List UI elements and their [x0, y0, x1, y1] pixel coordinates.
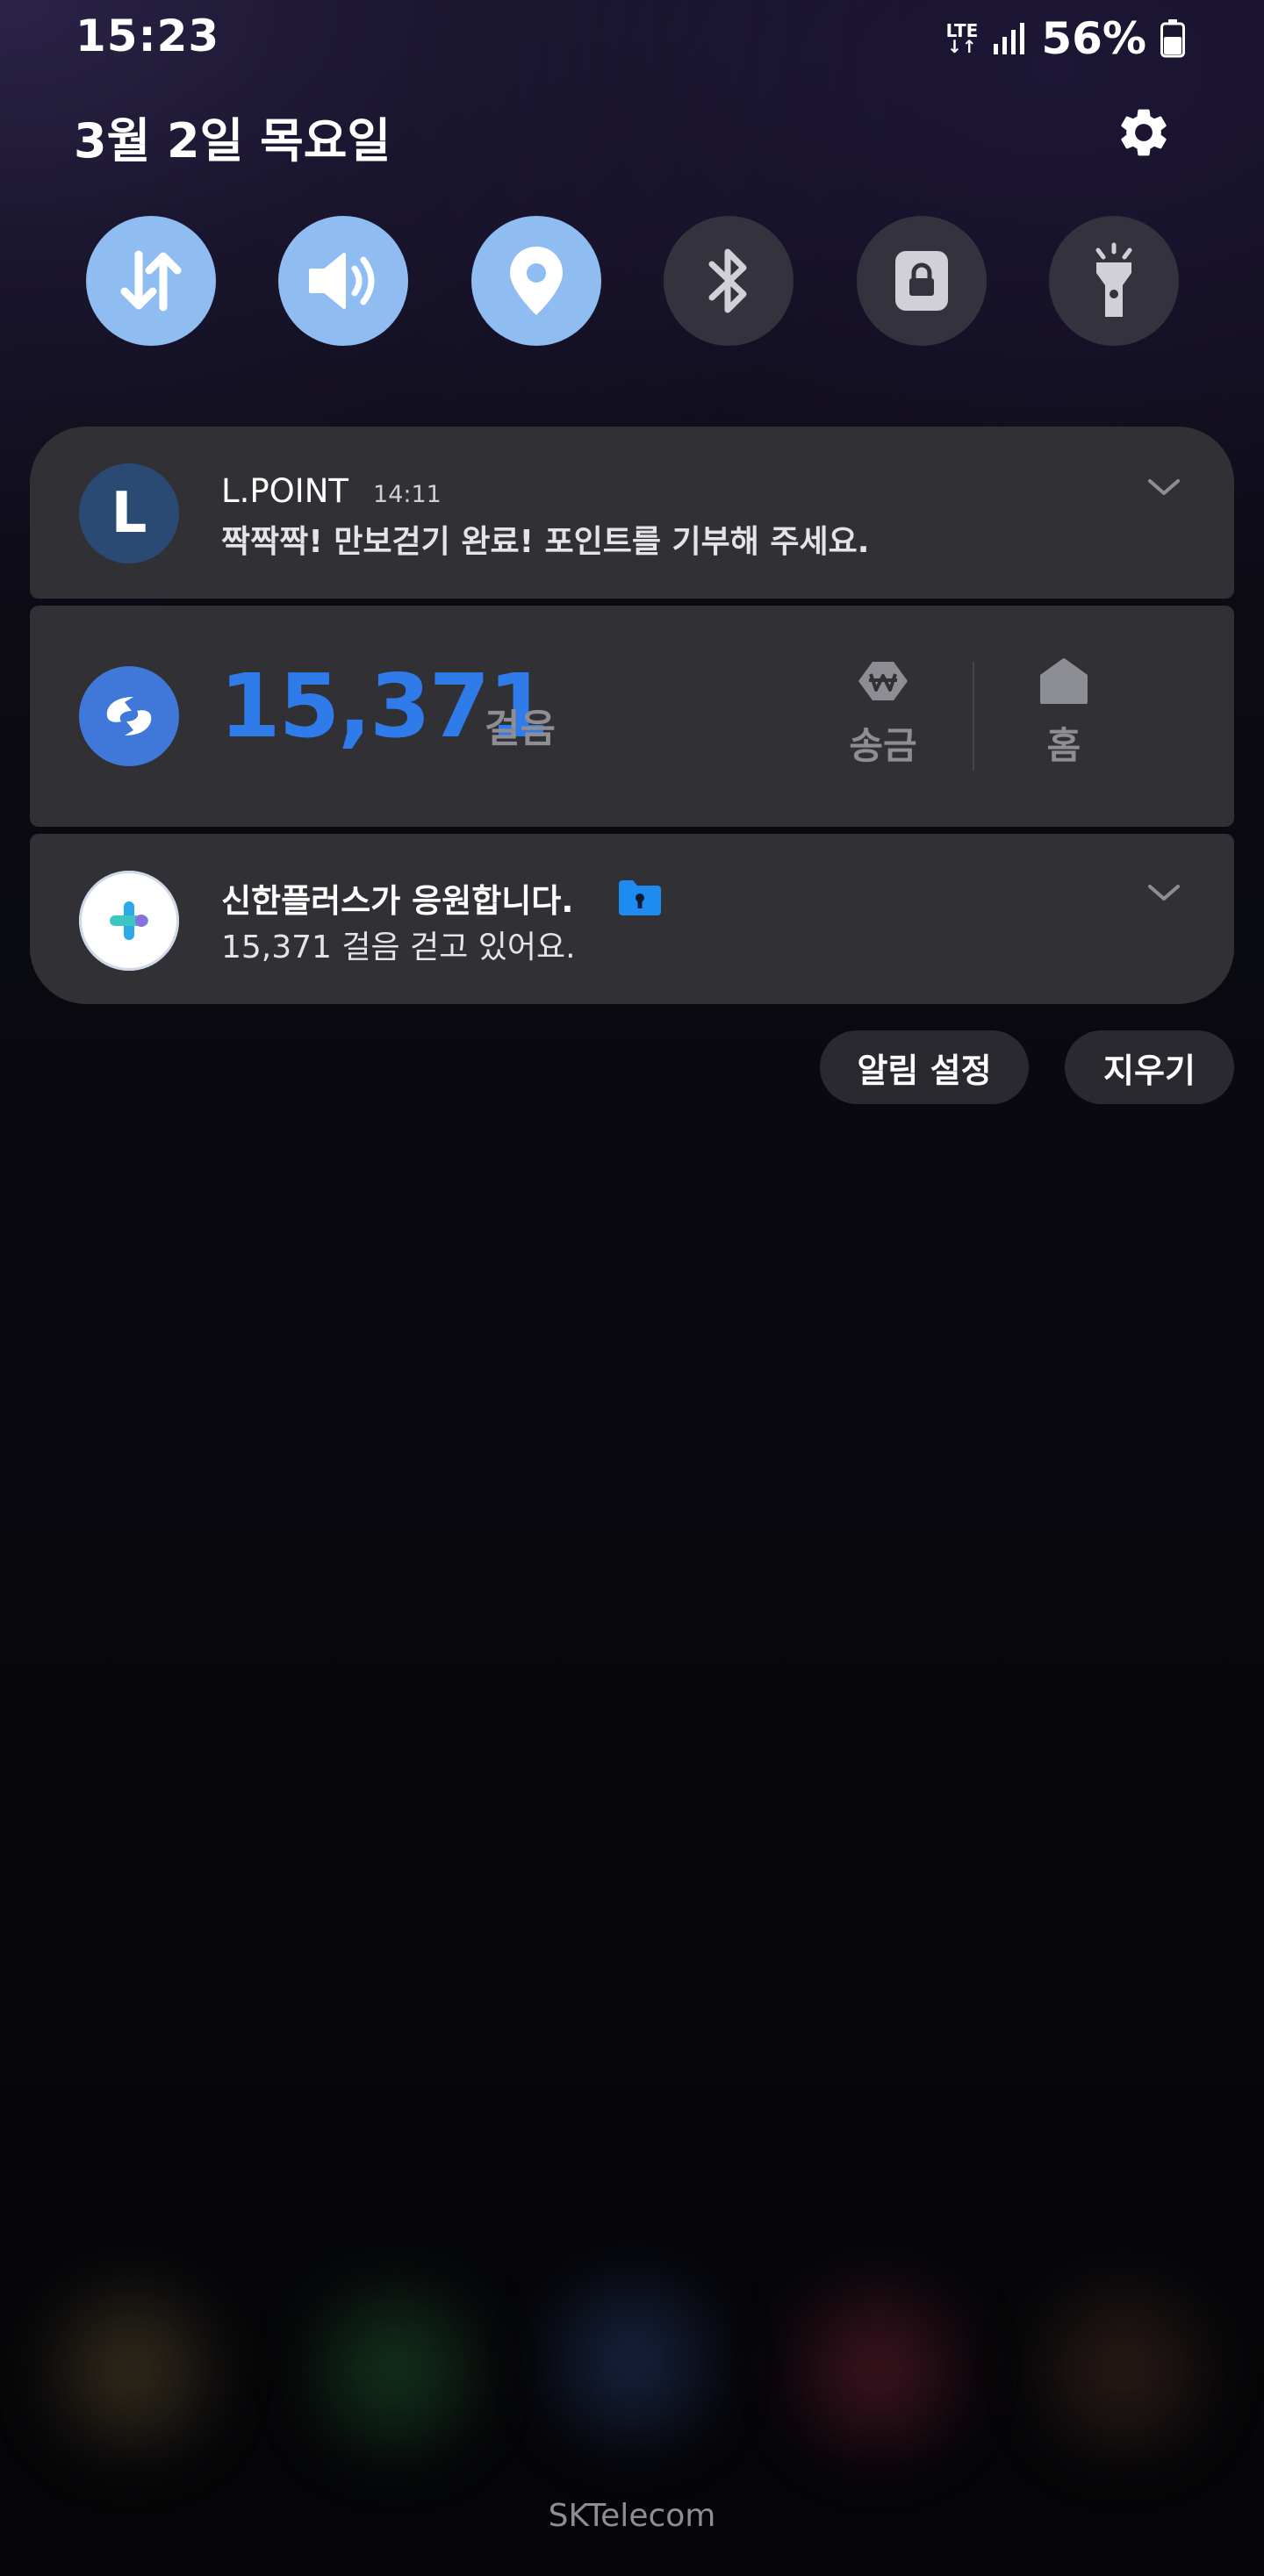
- blurred-app-icon: [325, 2300, 465, 2440]
- flashlight-icon: [1095, 242, 1132, 317]
- notification-app-name: L.POINT: [221, 472, 349, 510]
- toggle-secure-folder[interactable]: [856, 216, 987, 346]
- location-pin-icon: [509, 247, 563, 315]
- swirl-icon: [106, 697, 152, 735]
- toggle-sound[interactable]: [278, 216, 409, 346]
- notification-lpoint[interactable]: L L.POINT 14:11 짝짝짝! 만보걷기 완료! 포인트를 기부해 주…: [30, 427, 1234, 599]
- divider: [973, 662, 974, 771]
- settings-button[interactable]: [1115, 104, 1173, 161]
- chevron-down-icon[interactable]: [1146, 883, 1181, 904]
- home-label: 홈: [1046, 724, 1081, 767]
- blurred-app-icon: [562, 2291, 702, 2431]
- notification-time: 14:11: [373, 481, 442, 508]
- secure-folder-icon: [619, 880, 662, 915]
- notification-shinhan[interactable]: 신한플러스가 응원합니다. 15,371 걸음 걷고 있어요.: [30, 834, 1234, 1004]
- blurred-app-icon: [808, 2300, 948, 2440]
- speaker-icon: [309, 253, 375, 309]
- notification-body: 짝짝짝! 만보걷기 완료! 포인트를 기부해 주세요.: [221, 524, 870, 560]
- status-icons: LTE ↓↑ 56%: [946, 12, 1185, 65]
- steps-app-icon: [79, 666, 179, 766]
- toggle-location[interactable]: [470, 216, 601, 346]
- notification-body: 15,371 걸음 걷고 있어요.: [221, 929, 576, 965]
- notification-header: L.POINT 14:11: [221, 472, 442, 510]
- blurred-app-icon: [61, 2300, 202, 2440]
- signal-icon: [994, 23, 1025, 54]
- clear-button[interactable]: 지우기: [1065, 1030, 1234, 1104]
- gear-icon: [1121, 109, 1167, 156]
- lte-indicator: LTE ↓↑: [945, 20, 979, 57]
- send-money-label: 송금: [849, 724, 917, 767]
- battery-icon: [1160, 19, 1185, 58]
- toggle-bluetooth[interactable]: [664, 216, 794, 346]
- status-time: 15:23: [75, 11, 220, 61]
- blurred-app-icon: [1053, 2300, 1194, 2440]
- home-button[interactable]: 홈: [1002, 657, 1125, 770]
- carrier-label: SKTelecom: [548, 2498, 716, 2534]
- lpoint-app-icon: L: [79, 463, 179, 563]
- step-unit: 걸음: [485, 707, 556, 751]
- bluetooth-icon: [708, 248, 747, 313]
- notification-title: 신한플러스가 응원합니다.: [221, 882, 574, 920]
- toggle-flashlight[interactable]: [1048, 216, 1179, 346]
- data-arrows-icon: [120, 250, 182, 312]
- lock-icon: [894, 251, 948, 311]
- date-label: 3월 2일 목요일: [74, 113, 391, 169]
- send-money-button[interactable]: 송금: [822, 657, 944, 770]
- home-icon: [1040, 658, 1088, 704]
- toggle-mobile-data[interactable]: [86, 216, 216, 346]
- battery-percent: 56%: [1041, 13, 1146, 64]
- shinhan-app-icon: [79, 871, 179, 971]
- won-send-icon: [858, 662, 908, 700]
- plus-logo-icon: [110, 901, 148, 940]
- notification-steps-widget[interactable]: 15,371 걸음 송금 홈: [30, 606, 1234, 827]
- notification-header: 신한플러스가 응원합니다.: [221, 874, 663, 922]
- notification-settings-button[interactable]: 알림 설정: [820, 1030, 1029, 1104]
- quick-toggles: [86, 216, 1179, 346]
- chevron-down-icon[interactable]: [1146, 477, 1181, 499]
